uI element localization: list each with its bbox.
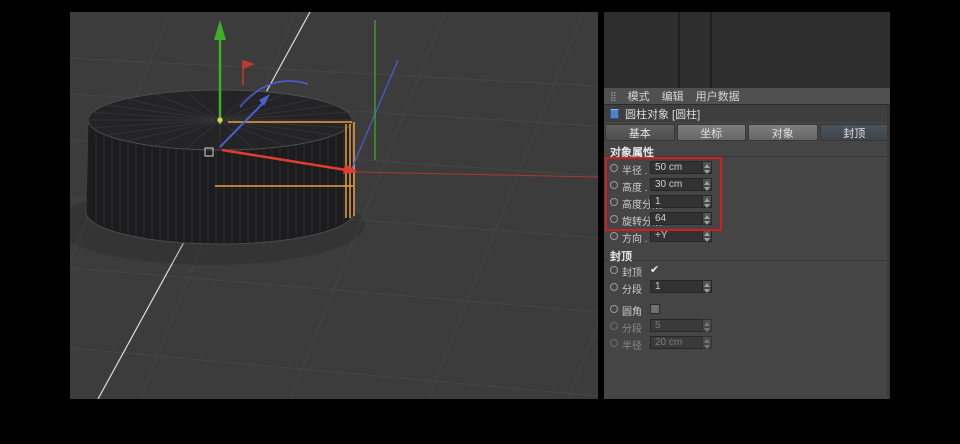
spinner-icon[interactable] [702,280,712,293]
panel-scrollbar[interactable] [887,105,890,399]
spinner-icon [702,336,712,349]
fillet-radius-input: 20 cm [650,336,702,349]
panel-divider [710,12,712,88]
property-row-caps: 封顶 ✔ [604,262,890,279]
panel-divider [678,12,680,88]
property-row-rotation-segments: 旋转分段 64 [604,211,890,228]
tab-caps[interactable]: 封顶 [819,124,889,141]
attribute-menu-bar: ⣿ 模式 编辑 用户数据 [604,88,890,105]
anim-dot-icon[interactable] [610,164,618,172]
anim-dot-icon[interactable] [610,305,618,313]
anim-dot-icon[interactable] [610,266,618,274]
tab-object[interactable]: 对象 [748,124,818,141]
property-row-cap-segments: 分段 1 [604,279,890,296]
property-row-fillet-radius: 半径 20 cm [604,335,890,352]
anim-dot-icon [610,339,618,347]
spinner-icon[interactable] [702,195,712,208]
property-label: 分段 [622,285,642,296]
object-title-row: 圆柱对象 [圆柱] [604,105,890,122]
fillet-checkbox-unchecked[interactable] [650,304,660,314]
anim-dot-icon[interactable] [610,283,618,291]
application-window: ⣿ 模式 编辑 用户数据 圆柱对象 [圆柱] 基本 坐标 对象 封顶 对象属性 … [0,0,960,444]
attribute-tabs: 基本 坐标 对象 封顶 [605,124,889,141]
spinner-icon[interactable] [702,178,712,191]
property-row-orientation: 方向 . . . +Y [604,228,890,245]
property-label: 封顶 [622,268,642,279]
attribute-manager-panel: ⣿ 模式 编辑 用户数据 圆柱对象 [圆柱] 基本 坐标 对象 封顶 对象属性 … [604,12,890,399]
spinner-icon[interactable] [702,161,712,174]
property-label: 半径 [622,341,642,352]
axis-origin-dot [217,117,223,123]
property-row-radius: 半径 . . . 50 cm [604,160,890,177]
upper-viewport-fragment [604,12,890,89]
tab-basic[interactable]: 基本 [605,124,675,141]
anim-dot-icon[interactable] [610,215,618,223]
property-row-height-segments: 高度分段 1 [604,194,890,211]
property-row-fillet-segments: 分段 5 [604,318,890,335]
cylinder-object-icon [610,108,619,119]
height-input[interactable]: 30 cm [650,178,702,191]
section-object-properties: 对象属性 [604,144,890,159]
cap-segments-input[interactable]: 1 [650,280,702,293]
object-title: 圆柱对象 [圆柱] [625,108,701,121]
spinner-icon[interactable] [702,229,712,242]
radius-input[interactable]: 50 cm [650,161,702,174]
section-caps: 封顶 [604,248,890,263]
property-label: 分段 [622,324,642,335]
property-row-height: 高度 . . . 30 cm [604,177,890,194]
property-row-fillet: 圆角 [604,301,890,318]
rotation-segments-input[interactable]: 64 [650,212,702,225]
anim-dot-icon[interactable] [610,232,618,240]
menu-user-data[interactable]: 用户数据 [696,88,740,104]
anim-dot-icon [610,322,618,330]
object-properties-rows: 半径 . . . 50 cm 高度 . . . 30 cm 高度分段 1 旋转分… [604,160,890,245]
grip-icon[interactable]: ⣿ [610,91,617,102]
anim-dot-icon[interactable] [610,198,618,206]
caps-checkbox-checked[interactable]: ✔ [650,263,659,277]
menu-mode[interactable]: 模式 [628,88,650,104]
tab-coordinates[interactable]: 坐标 [676,124,746,141]
menu-edit[interactable]: 编辑 [662,88,684,104]
property-label: 圆角 [622,307,642,318]
height-segments-input[interactable]: 1 [650,195,702,208]
spinner-icon [702,319,712,332]
orientation-dropdown[interactable]: +Y [650,229,702,242]
anim-dot-icon[interactable] [610,181,618,189]
fillet-segments-input: 5 [650,319,702,332]
spinner-icon[interactable] [702,212,712,225]
viewport-3d[interactable] [70,12,598,399]
caps-rows: 封顶 ✔ 分段 1 圆角 分段 5 半径 20 cm [604,262,890,352]
